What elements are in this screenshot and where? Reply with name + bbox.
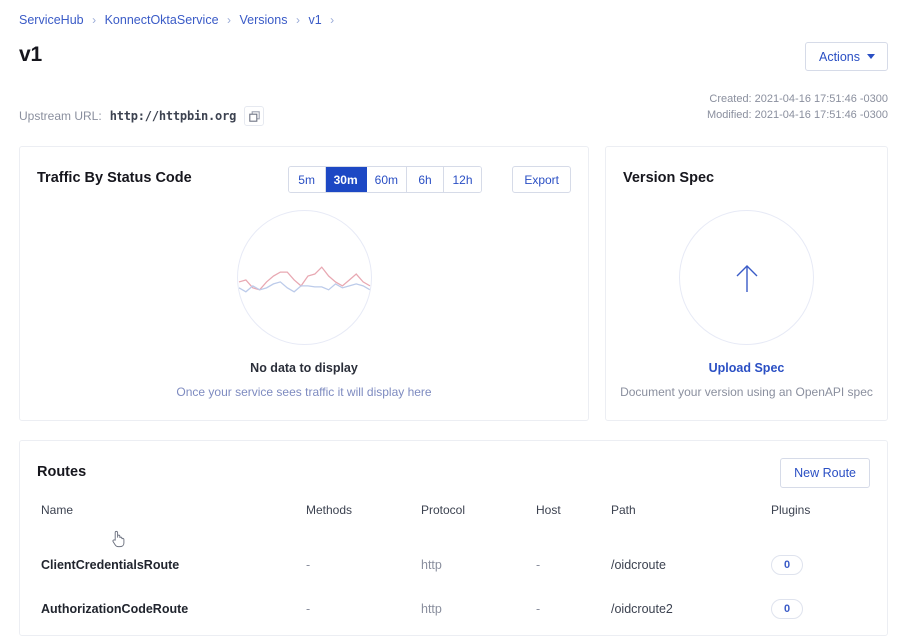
actions-button[interactable]: Actions bbox=[805, 42, 888, 71]
routes-table: Name Methods Protocol Host Path Plugins … bbox=[41, 503, 870, 631]
upload-spec-dropzone[interactable] bbox=[679, 210, 814, 345]
breadcrumb: ServiceHub › KonnectOktaService › Versio… bbox=[19, 12, 339, 28]
breadcrumb-item-versions[interactable]: Versions bbox=[240, 13, 288, 27]
column-header-path[interactable]: Path bbox=[611, 503, 771, 543]
upstream-url-label: Upstream URL: bbox=[19, 109, 102, 123]
table-row[interactable]: AuthorizationCodeRoute - http - /oidcrou… bbox=[41, 587, 870, 631]
version-timestamps: Created: 2021-04-16 17:51:46 -0300 Modif… bbox=[707, 92, 888, 123]
time-range-60m[interactable]: 60m bbox=[367, 167, 407, 192]
table-row[interactable]: ClientCredentialsRoute - http - /oidcrou… bbox=[41, 543, 870, 587]
route-methods: - bbox=[306, 587, 421, 631]
routes-title: Routes bbox=[37, 464, 86, 480]
time-range-30m[interactable]: 30m bbox=[326, 167, 367, 192]
upstream-url-value: http://httpbin.org bbox=[110, 109, 236, 123]
upload-spec-link[interactable]: Upload Spec bbox=[709, 361, 785, 375]
traffic-empty-title: No data to display bbox=[250, 361, 358, 375]
route-plugins-cell: 0 bbox=[771, 543, 870, 587]
traffic-empty-state: No data to display Once your service see… bbox=[20, 210, 588, 399]
route-host: - bbox=[536, 543, 611, 587]
route-protocol: http bbox=[421, 587, 536, 631]
breadcrumb-item-v1[interactable]: v1 bbox=[308, 13, 321, 27]
time-range-selector[interactable]: 5m 30m 60m 6h 12h bbox=[288, 166, 482, 193]
upload-arrow-icon bbox=[734, 263, 760, 293]
version-spec-card: Version Spec Upload Spec Document your v… bbox=[605, 146, 888, 421]
page-title: v1 bbox=[19, 43, 42, 67]
column-header-protocol[interactable]: Protocol bbox=[421, 503, 536, 543]
new-route-button[interactable]: New Route bbox=[780, 458, 870, 488]
breadcrumb-item-servicehub[interactable]: ServiceHub bbox=[19, 13, 84, 27]
version-spec-title: Version Spec bbox=[623, 170, 714, 186]
time-range-5m[interactable]: 5m bbox=[289, 167, 326, 192]
route-methods: - bbox=[306, 543, 421, 587]
copy-icon[interactable] bbox=[244, 106, 264, 126]
upstream-url: Upstream URL: http://httpbin.org bbox=[19, 106, 264, 126]
route-path: /oidcroute2 bbox=[611, 587, 771, 631]
traffic-empty-subtitle: Once your service sees traffic it will d… bbox=[176, 385, 431, 399]
upload-spec-subtitle: Document your version using an OpenAPI s… bbox=[620, 385, 873, 399]
route-name[interactable]: AuthorizationCodeRoute bbox=[41, 587, 306, 631]
breadcrumb-separator-icon: › bbox=[227, 13, 231, 27]
breadcrumb-separator-icon: › bbox=[296, 13, 300, 27]
chevron-down-icon bbox=[867, 54, 875, 59]
routes-card: Routes New Route Name Methods Protocol H… bbox=[19, 440, 888, 636]
time-range-12h[interactable]: 12h bbox=[444, 167, 481, 192]
created-timestamp: Created: 2021-04-16 17:51:46 -0300 bbox=[707, 92, 888, 108]
breadcrumb-separator-icon: › bbox=[92, 13, 96, 27]
column-header-plugins[interactable]: Plugins bbox=[771, 503, 870, 543]
route-host: - bbox=[536, 587, 611, 631]
version-spec-empty-state: Upload Spec Document your version using … bbox=[606, 210, 887, 399]
status-badge[interactable]: 0 bbox=[771, 555, 803, 575]
actions-button-label: Actions bbox=[819, 50, 860, 64]
export-button[interactable]: Export bbox=[512, 166, 571, 193]
traffic-card-title: Traffic By Status Code bbox=[37, 170, 192, 186]
breadcrumb-separator-icon: › bbox=[330, 13, 334, 27]
empty-state-sparkline-illustration bbox=[237, 210, 372, 345]
route-protocol: http bbox=[421, 543, 536, 587]
breadcrumb-item-konnectoktaservice[interactable]: KonnectOktaService bbox=[105, 13, 219, 27]
table-header-row: Name Methods Protocol Host Path Plugins bbox=[41, 503, 870, 543]
modified-timestamp: Modified: 2021-04-16 17:51:46 -0300 bbox=[707, 108, 888, 124]
traffic-by-status-code-card: Traffic By Status Code 5m 30m 60m 6h 12h… bbox=[19, 146, 589, 421]
route-plugins-cell: 0 bbox=[771, 587, 870, 631]
column-header-name[interactable]: Name bbox=[41, 503, 306, 543]
column-header-methods[interactable]: Methods bbox=[306, 503, 421, 543]
route-path: /oidcroute bbox=[611, 543, 771, 587]
status-badge[interactable]: 0 bbox=[771, 599, 803, 619]
column-header-host[interactable]: Host bbox=[536, 503, 611, 543]
route-name[interactable]: ClientCredentialsRoute bbox=[41, 543, 306, 587]
time-range-6h[interactable]: 6h bbox=[407, 167, 444, 192]
